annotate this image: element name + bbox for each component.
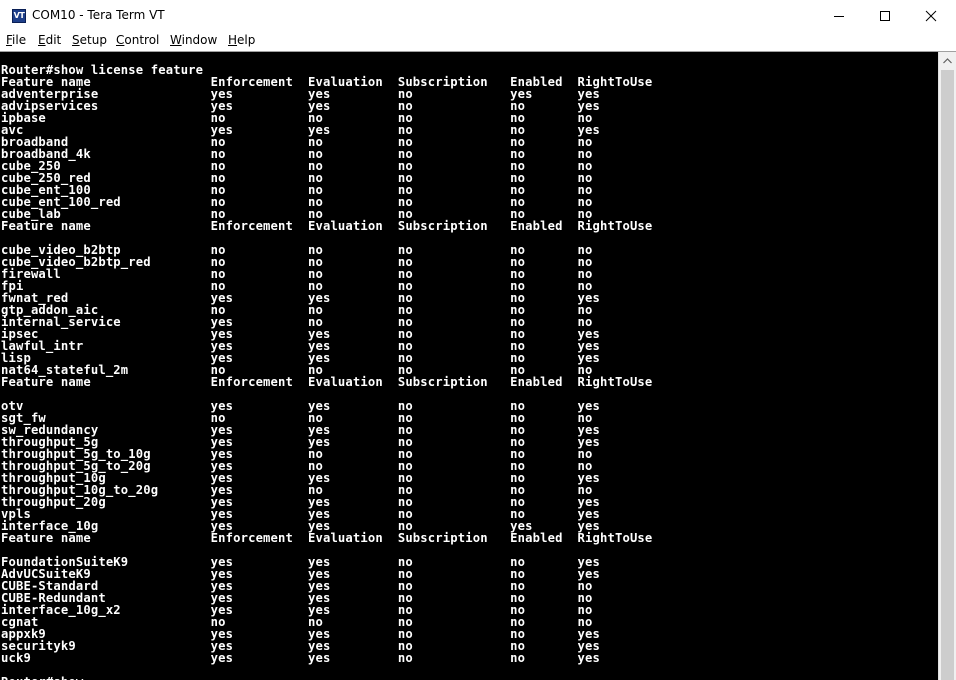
close-icon	[925, 10, 937, 21]
menu-setup[interactable]: Setup	[71, 33, 108, 47]
menu-file-label: ile	[12, 33, 27, 47]
vertical-scrollbar[interactable]	[938, 52, 956, 680]
menu-help-label: elp	[237, 33, 256, 47]
terminal-screen[interactable]: Router#show license feature Feature name …	[0, 52, 938, 680]
teraterm-app-icon: VT	[12, 9, 26, 23]
terminal-line: Router#show	[1, 676, 652, 680]
scroll-thumb[interactable]	[941, 70, 954, 680]
terminal-output: Router#show license feature Feature name …	[1, 64, 652, 680]
maximize-button[interactable]	[862, 0, 908, 31]
scroll-up-button[interactable]	[939, 52, 956, 69]
menu-edit-label: dit	[45, 33, 62, 47]
menu-setup-label: etup	[79, 33, 107, 47]
menu-help[interactable]: Help	[227, 33, 256, 47]
minimize-icon	[834, 15, 844, 17]
menu-control-label: ontrol	[124, 33, 160, 47]
terminal-line: Feature name Enforcement Evaluation Subs…	[1, 219, 653, 233]
menu-setup-accel: S	[72, 33, 80, 47]
minimize-button[interactable]	[816, 0, 862, 31]
menu-window-accel: W	[170, 33, 182, 47]
menu-file[interactable]: File	[5, 33, 27, 47]
window-title: COM10 - Tera Term VT	[32, 8, 165, 22]
title-bar[interactable]: VT COM10 - Tera Term VT	[0, 0, 956, 31]
menu-edit-accel: E	[38, 33, 46, 47]
maximize-icon	[880, 10, 890, 21]
terminal-line: Feature name Enforcement Evaluation Subs…	[1, 531, 653, 545]
menu-bar: File Edit Setup Control Window Help	[0, 31, 956, 51]
menu-control[interactable]: Control	[115, 33, 160, 47]
terminal-line: uck9 yes yes no no yes	[1, 651, 600, 665]
menu-help-accel: H	[228, 33, 238, 47]
close-button[interactable]	[908, 0, 954, 31]
terminal-line: Feature name Enforcement Evaluation Subs…	[1, 375, 653, 389]
scroll-up-arrow-icon	[943, 57, 952, 63]
menu-window-label: indow	[181, 33, 218, 47]
menu-window[interactable]: Window	[169, 33, 218, 47]
menu-edit[interactable]: Edit	[37, 33, 62, 47]
